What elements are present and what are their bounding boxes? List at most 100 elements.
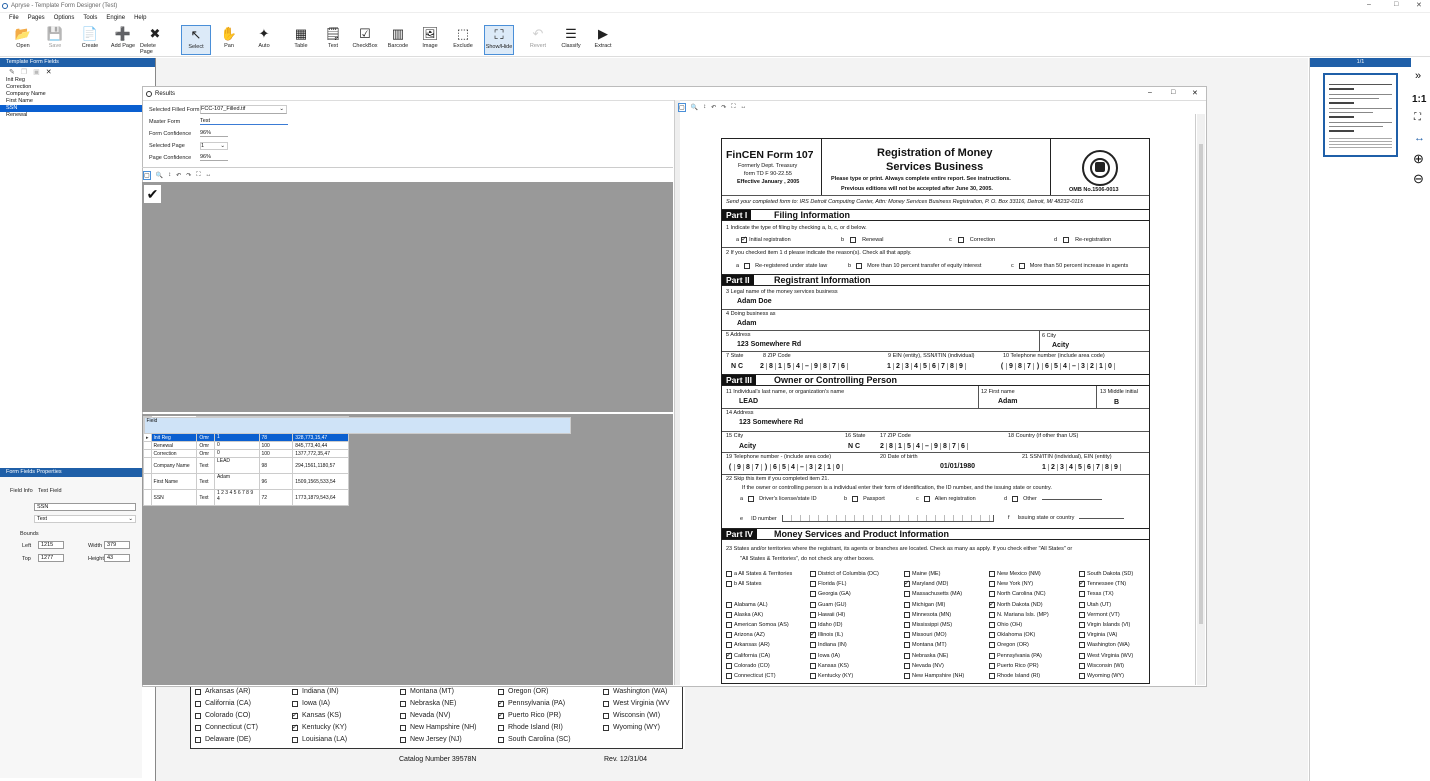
reason-b-checkbox[interactable] (856, 263, 863, 269)
state-option[interactable]: N. Mariana Isls. (MP) (989, 611, 1049, 618)
state-checkbox[interactable] (726, 571, 732, 577)
select-icon[interactable]: ▢ (678, 102, 686, 112)
tab-text-field[interactable]: Text Field (38, 488, 62, 494)
state-checkbox[interactable] (1079, 579, 1085, 588)
state-checkbox[interactable] (726, 601, 732, 608)
rotate-right-icon[interactable]: ↷ (721, 104, 726, 111)
checkbox-button[interactable]: ☑ CheckBox (350, 25, 380, 55)
state-option[interactable]: Alaska (AK) (726, 611, 763, 618)
state-checkbox[interactable] (989, 622, 995, 628)
table-row[interactable]: ▸ Init Reg Omr 1 78 328,773,15,47 (143, 433, 349, 442)
row-selector[interactable] (143, 441, 152, 450)
minimize-button[interactable]: – (1367, 1, 1371, 8)
state-option[interactable]: Massachusetts (MA) (904, 591, 962, 598)
state-checkbox[interactable] (726, 581, 732, 588)
state-checkbox[interactable] (1079, 652, 1085, 659)
field-list-item[interactable]: Correction (0, 84, 155, 91)
results-minimize-button[interactable]: – (1148, 89, 1152, 96)
state-option[interactable]: Virgin Islands (VI) (1079, 622, 1130, 628)
id-other[interactable]: d Other (1004, 496, 1102, 502)
state-checkbox[interactable] (1079, 591, 1085, 598)
show-hide-button[interactable]: ⛶ Show/Hide (484, 25, 514, 55)
state-checkbox[interactable] (810, 642, 816, 649)
state-checkbox[interactable] (810, 601, 816, 608)
filing-initial[interactable]: aInitial registration (736, 235, 791, 243)
state-checkbox[interactable] (904, 652, 910, 659)
state-option[interactable]: Hawaii (HI) (810, 611, 845, 618)
page-thumbnail[interactable] (1323, 73, 1398, 157)
state-option[interactable]: Montana (MT) (904, 642, 947, 649)
state-option[interactable]: Idaho (ID) (810, 622, 842, 628)
menu-engine[interactable]: Engine (106, 15, 125, 21)
state-checkbox[interactable] (1079, 601, 1085, 608)
issuing-state[interactable]: f Issuing state or country (1008, 515, 1125, 521)
state-option[interactable]: Texas (TX) (1079, 591, 1114, 598)
fit-page-icon[interactable]: ⛶ (1414, 112, 1421, 123)
field-list-item[interactable]: First Name (0, 98, 155, 105)
state-checkbox[interactable] (989, 662, 995, 669)
state-option[interactable]: North Dakota (ND) (989, 600, 1043, 608)
delete-page-button[interactable]: ✖ Delete Page (140, 25, 170, 55)
state-option[interactable]: Puerto Rico (PR) (989, 662, 1039, 669)
expand-icon[interactable]: ⛶ (731, 104, 735, 111)
state-checkbox[interactable] (904, 579, 910, 588)
select-icon[interactable]: ▢ (143, 170, 151, 180)
state-checkbox[interactable] (904, 622, 910, 628)
state-option[interactable]: Utah (UT) (1079, 601, 1111, 608)
state-option[interactable]: a All States & Territories (726, 571, 792, 577)
state-checkbox[interactable] (1079, 673, 1085, 679)
menu-tools[interactable]: Tools (83, 15, 97, 21)
rotate-left-icon[interactable]: ↶ (711, 104, 716, 111)
state-option[interactable]: Wisconsin (WI) (1079, 662, 1124, 669)
state-option[interactable]: Maryland (MD) (904, 579, 948, 588)
correction-checkbox[interactable] (957, 237, 964, 243)
state-checkbox[interactable] (904, 632, 910, 639)
state-option[interactable]: Michigan (MI) (904, 601, 945, 608)
fit-width-icon[interactable]: ↔ (205, 172, 211, 178)
state-option[interactable]: West Virginia (WV) (1079, 652, 1133, 659)
state-option[interactable]: Connecticut (CT) (726, 673, 776, 679)
state-checkbox[interactable] (904, 642, 910, 649)
field-list-item[interactable]: Init Reg (0, 77, 155, 84)
state-option[interactable]: Arkansas (AR) (726, 642, 770, 649)
filing-correction[interactable]: c Correction (949, 237, 995, 243)
field-list-item[interactable]: SSN (0, 105, 155, 112)
state-checkbox[interactable] (989, 652, 995, 659)
state-checkbox[interactable] (989, 571, 995, 577)
state-option[interactable]: Wyoming (WY) (1079, 673, 1124, 679)
selected-page-select[interactable]: 1 ⌄ (200, 142, 228, 150)
state-checkbox[interactable] (810, 652, 816, 659)
state-checkbox[interactable] (904, 611, 910, 618)
state-option[interactable]: Georgia (GA) (810, 591, 851, 598)
state-option[interactable]: Indiana (IN) (810, 642, 847, 649)
results-close-button[interactable]: ✕ (1192, 89, 1198, 97)
state-checkbox[interactable] (904, 662, 910, 669)
menu-help[interactable]: Help (134, 15, 146, 21)
selected-filled-form-select[interactable]: FCC-107_Filled.tif ⌄ (200, 105, 287, 114)
fit-icon[interactable]: ↕ (168, 172, 171, 178)
id-passport[interactable]: b Passport (844, 496, 885, 502)
state-checkbox[interactable] (904, 601, 910, 608)
state-option[interactable]: Nevada (NV) (904, 662, 944, 669)
wrench-icon[interactable]: ✎ (9, 68, 15, 76)
state-option[interactable]: Rhode Island (RI) (989, 673, 1040, 679)
menu-options[interactable]: Options (54, 15, 75, 21)
state-option[interactable]: Guam (GU) (810, 601, 846, 608)
id-alien[interactable]: c Alien registration (916, 496, 976, 502)
state-option[interactable]: Nebraska (NE) (904, 652, 948, 659)
row-selector[interactable] (143, 457, 152, 474)
state-option[interactable]: New Hampshire (NH) (904, 673, 964, 679)
state-option[interactable]: Virginia (VA) (1079, 632, 1117, 639)
state-checkbox[interactable] (904, 591, 910, 598)
state-checkbox[interactable] (989, 591, 995, 598)
save-button[interactable]: 💾 Save (40, 25, 70, 55)
state-checkbox[interactable] (726, 662, 732, 669)
field-list-item[interactable]: Company Name (0, 91, 155, 98)
id-c-checkbox[interactable] (923, 496, 930, 502)
state-checkbox[interactable] (810, 662, 816, 669)
state-option[interactable]: New Mexico (NM) (989, 571, 1041, 577)
add-page-button[interactable]: ➕ Add Page (108, 25, 138, 55)
field-name-input[interactable]: SSN (34, 503, 136, 511)
rotate-left-icon[interactable]: ↶ (176, 172, 181, 179)
table-row[interactable]: SSN Text 1 2 3 4 5 6 7 8 9 4 72 1773,1879,54… (143, 489, 349, 506)
